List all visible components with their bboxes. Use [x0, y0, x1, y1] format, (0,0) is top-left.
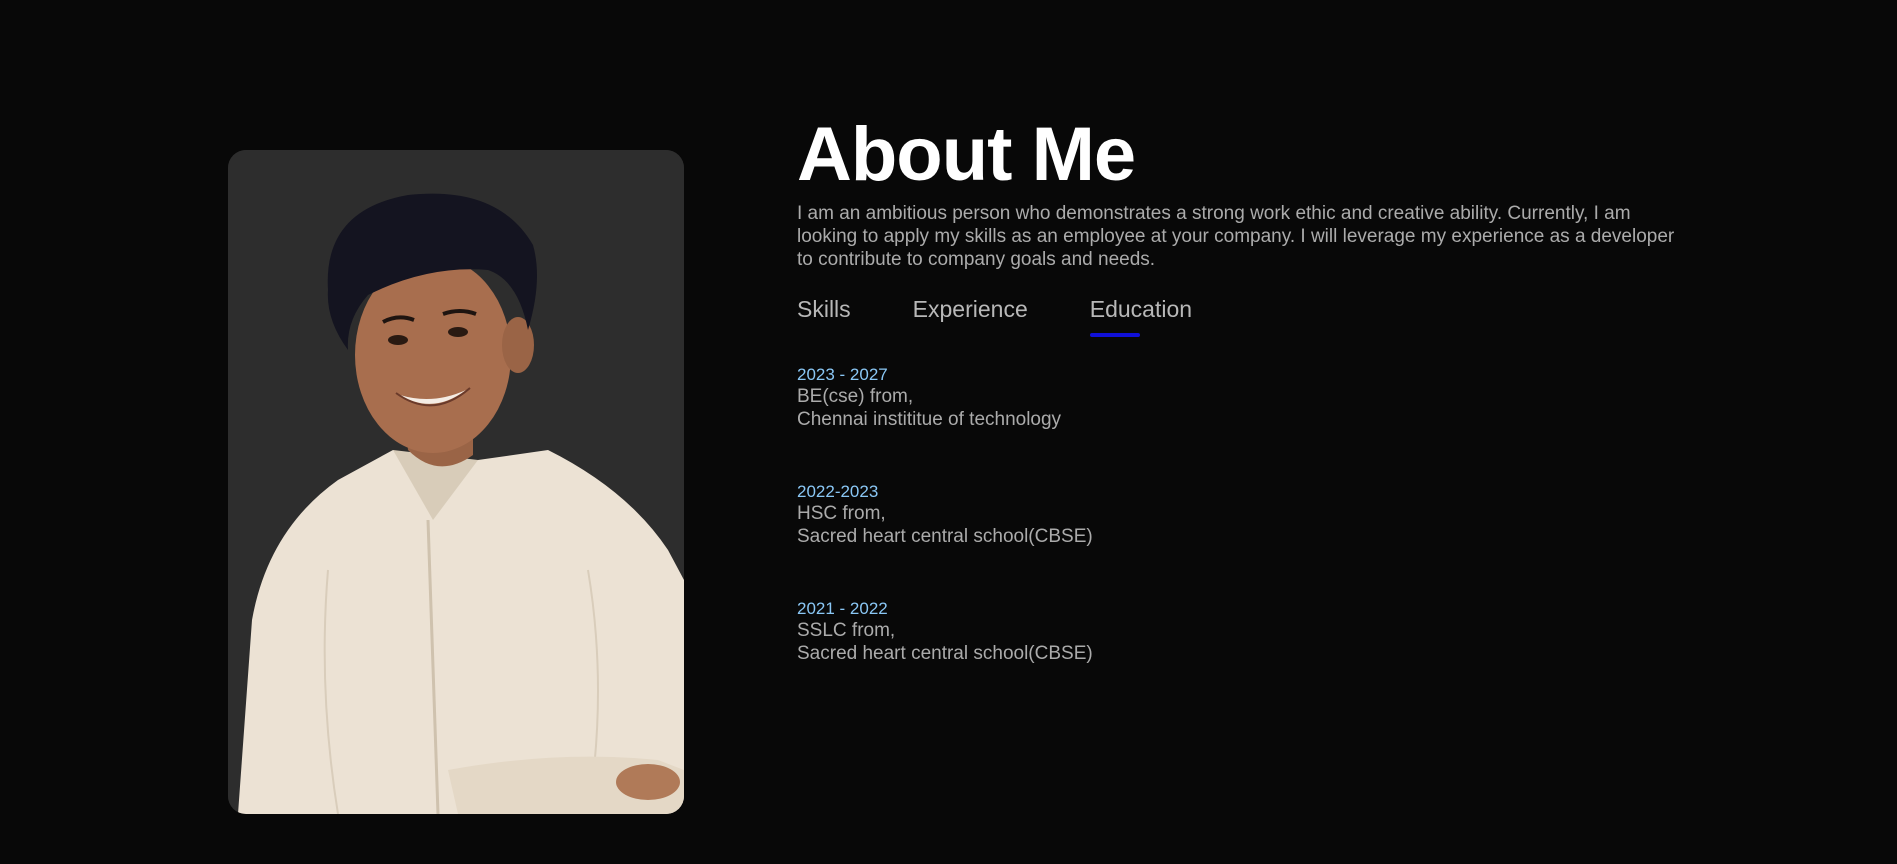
- edu-degree: SSLC from,: [797, 620, 896, 641]
- edu-degree: HSC from,: [797, 503, 886, 524]
- page-title: About Me: [797, 112, 1136, 197]
- list-item: 2021 - 2022 SSLC from, Sacred heart cent…: [797, 599, 1697, 665]
- portrait-image: [228, 150, 684, 814]
- about-tabs: Skills Experience Education: [797, 295, 1697, 341]
- portfolio-page: About Me I am an ambitious person who de…: [0, 0, 1897, 864]
- edu-institution: Chennai instititue of technology: [797, 409, 1062, 430]
- about-intro: I am an ambitious person who demonstrate…: [797, 203, 1675, 270]
- tab-experience[interactable]: Experience: [913, 295, 1028, 341]
- education-list: 2023 - 2027 BE(cse) from, Chennai instit…: [797, 365, 1697, 665]
- list-item: 2022-2023 HSC from, Sacred heart central…: [797, 482, 1697, 548]
- tab-skills[interactable]: Skills: [797, 295, 851, 341]
- profile-photo: [228, 150, 684, 814]
- about-section: About Me I am an ambitious person who de…: [797, 110, 1697, 716]
- edu-years: 2022-2023: [797, 482, 879, 501]
- tab-education[interactable]: Education: [1089, 295, 1192, 341]
- edu-years: 2023 - 2027: [797, 365, 888, 384]
- edu-institution: Sacred heart central school(CBSE): [797, 643, 1093, 664]
- list-item: 2023 - 2027 BE(cse) from, Chennai instit…: [797, 365, 1697, 431]
- edu-institution: Sacred heart central school(CBSE): [797, 526, 1093, 547]
- edu-degree: BE(cse) from,: [797, 386, 914, 407]
- edu-years: 2021 - 2022: [797, 599, 888, 618]
